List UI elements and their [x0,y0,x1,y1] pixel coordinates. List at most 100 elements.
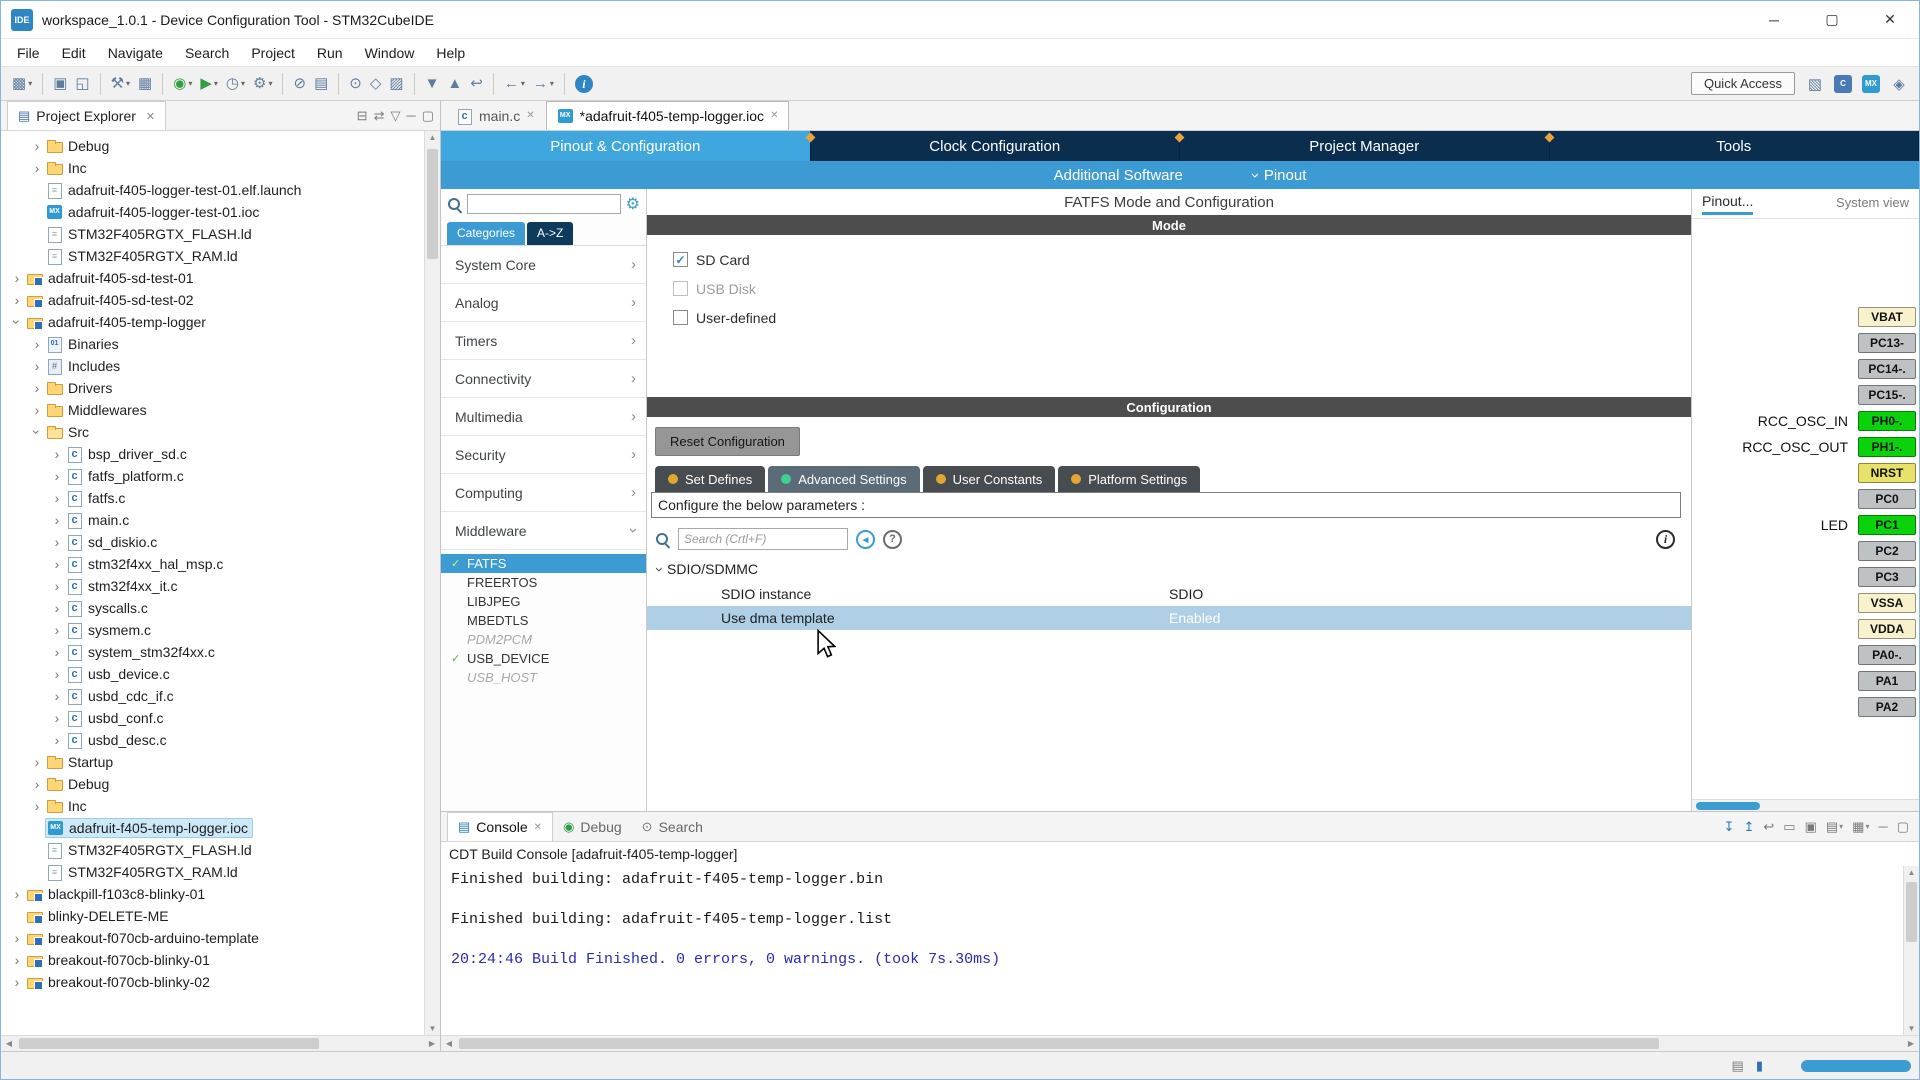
tree-item-debug[interactable]: › Debug [1,773,424,795]
maximize-icon[interactable]: ▢▾ [1897,820,1909,833]
additional-software-button[interactable]: Additional Software [1054,167,1183,184]
category-analog[interactable]: Analog › [441,284,646,322]
pin-vdda[interactable]: VDDA [1858,619,1916,639]
tree-item-inc[interactable]: › Inc [1,157,424,179]
config-tab-user-constants[interactable]: User Constants [923,466,1056,492]
open-element-icon[interactable]: ◇▾ [367,71,385,97]
nav-tab-project-manager[interactable]: Project Manager [1180,131,1550,161]
expand-arrow-icon[interactable]: › [9,270,25,286]
tab-system-view[interactable]: System view [1836,195,1909,213]
tree-item-usbd-conf-c[interactable]: › usbd_conf.c [1,707,424,729]
tree-item-startup[interactable]: › Startup [1,751,424,773]
forward-icon[interactable]: →▾ [530,71,557,97]
search-icon[interactable]: ⊙▾ [346,71,365,97]
dropdown-caret-icon[interactable]: ▾ [521,79,525,88]
expand-arrow-icon[interactable]: › [49,578,65,594]
expand-arrow-icon[interactable]: › [29,160,45,176]
dropdown-caret-icon[interactable]: ▾ [550,79,554,88]
pin-pc3[interactable]: PC3 [1858,567,1916,587]
profile-icon[interactable]: ◷▾ [223,71,248,97]
explorer-horizontal-scrollbar[interactable]: ◀ ▶ [1,1035,440,1051]
expand-arrow-icon[interactable]: › [49,446,65,462]
tree-item-includes[interactable]: › Includes [1,355,424,377]
middleware-pdm2pcm[interactable]: PDM2PCM [441,630,646,649]
parameter-use-dma-template[interactable]: Use dma template Enabled [647,606,1691,630]
clear-search-icon[interactable]: ◂ [856,530,875,549]
nav-tab-tools[interactable]: Tools [1550,131,1920,161]
tree-item-syscalls-c[interactable]: › syscalls.c [1,597,424,619]
console-tab-search[interactable]: ⊙ Search ✕ [632,812,713,841]
tree-item-adafruit-f405-temp-logger[interactable]: › adafruit-f405-temp-logger [1,311,424,333]
parameter-value[interactable]: SDIO [1169,586,1691,602]
middleware-mbedtls[interactable]: MBEDTLS [441,611,646,630]
explorer-vertical-scrollbar[interactable]: ▲ ▼ [424,131,440,1035]
tree-item-fatfs-platform-c[interactable]: › fatfs_platform.c [1,465,424,487]
word-wrap-icon[interactable]: ↩▾ [1763,820,1774,833]
quick-access-button[interactable]: Quick Access [1691,72,1795,95]
editor-tab-main-c[interactable]: main.c ✕ [445,101,546,130]
collapse-all-icon[interactable]: ⊟▾ [357,109,368,122]
gear-icon[interactable]: ⚙ [626,194,640,214]
scrollbar-thumb[interactable] [19,1038,319,1049]
debug-icon[interactable]: ◉▾ [170,71,195,97]
console-tab-debug[interactable]: ◉ Debug ✕ [553,812,632,841]
tree-item-stm32f405rgtx-flash-ld[interactable]: STM32F405RGTX_FLASH.ld [1,223,424,245]
dropdown-caret-icon[interactable]: ▾ [241,79,245,88]
expand-arrow-icon[interactable]: › [49,710,65,726]
dropdown-caret-icon[interactable]: ▾ [214,79,218,88]
menu-project[interactable]: Project [241,42,305,64]
expand-arrow-icon[interactable]: › [9,974,25,990]
tree-item-middlewares[interactable]: › Middlewares [1,399,424,421]
middleware-usb-host[interactable]: USB_HOST [441,668,646,687]
menu-window[interactable]: Window [355,42,425,64]
pin-pc15[interactable]: PC15-. [1858,385,1916,405]
scrollbar-thumb[interactable] [427,149,438,259]
scroll-up-icon[interactable]: ▲ [425,133,440,142]
tree-item-src[interactable]: › Src [1,421,424,443]
mode-option-user-defined[interactable]: User-defined [673,303,1691,332]
tree-item-adafruit-f405-logger-test-01-ioc[interactable]: adafruit-f405-logger-test-01.ioc [1,201,424,223]
tab-pinout-view[interactable]: Pinout... [1702,193,1753,215]
close-tab-icon[interactable]: ✕ [770,110,778,121]
pinout-menu-button[interactable]: › Pinout [1253,167,1307,184]
dropdown-caret-icon[interactable]: ▾ [188,79,192,88]
expand-arrow-icon[interactable]: › [49,534,65,550]
menu-search[interactable]: Search [175,42,239,64]
pin-nrst[interactable]: NRST [1858,463,1916,483]
maximize-button[interactable]: ▢ [1803,1,1861,38]
middleware-fatfs[interactable]: ✓ FATFS [441,554,646,573]
link-with-editor-icon[interactable]: ⇄▾ [374,109,385,122]
next-annotation-icon[interactable]: ▼▾ [422,71,443,97]
pin-pc14[interactable]: PC14-. [1858,359,1916,379]
save-all-icon[interactable]: ◱▾ [72,71,92,97]
middleware-freertos[interactable]: FREERTOS [441,573,646,592]
config-tab-advanced-settings[interactable]: Advanced Settings [768,466,919,492]
expand-arrow-icon[interactable]: › [49,468,65,484]
tree-item-inc[interactable]: › Inc [1,795,424,817]
expand-arrow-icon[interactable]: › [29,424,45,440]
tree-item-adafruit-f405-sd-test-01[interactable]: › adafruit-f405-sd-test-01 [1,267,424,289]
scroll-up-icon[interactable]: ▲ [1904,868,1919,877]
scroll-right-icon[interactable]: ▶ [424,1036,440,1051]
menu-help[interactable]: Help [426,42,475,64]
external-tools-icon[interactable]: ⚙▾ [250,71,275,97]
dropdown-caret-icon[interactable]: ▾ [126,79,130,88]
previous-annotation-icon[interactable]: ▲▾ [444,71,465,97]
expand-arrow-icon[interactable]: › [29,754,45,770]
tree-item-blinky-delete-me[interactable]: blinky-DELETE-ME [1,905,424,927]
editor-tab-adafruit-f405-temp-logger-ioc[interactable]: *adafruit-f405-temp-logger.ioc ✕ [546,101,790,130]
open-perspective-icon[interactable]: ▧ [1803,72,1827,96]
nav-tab-clock-configuration[interactable]: Clock Configuration [811,131,1181,161]
scroll-lock-icon[interactable]: ↥▾ [1743,820,1754,833]
category-security[interactable]: Security › [441,436,646,474]
pin-pc0[interactable]: PC0 [1858,489,1916,509]
close-tab-icon[interactable]: ✕ [526,110,534,121]
pin-vbat[interactable]: VBAT [1858,307,1916,327]
menu-run[interactable]: Run [307,42,353,64]
scroll-left-icon[interactable]: ◀ [441,1036,457,1051]
tab-categories[interactable]: Categories [447,222,525,245]
pin-console-icon[interactable]: ▣▾ [1805,820,1817,833]
menu-file[interactable]: File [7,42,50,64]
last-edit-icon[interactable]: ↩▾ [467,71,486,97]
new-project-icon[interactable]: ▦▾ [135,71,155,97]
